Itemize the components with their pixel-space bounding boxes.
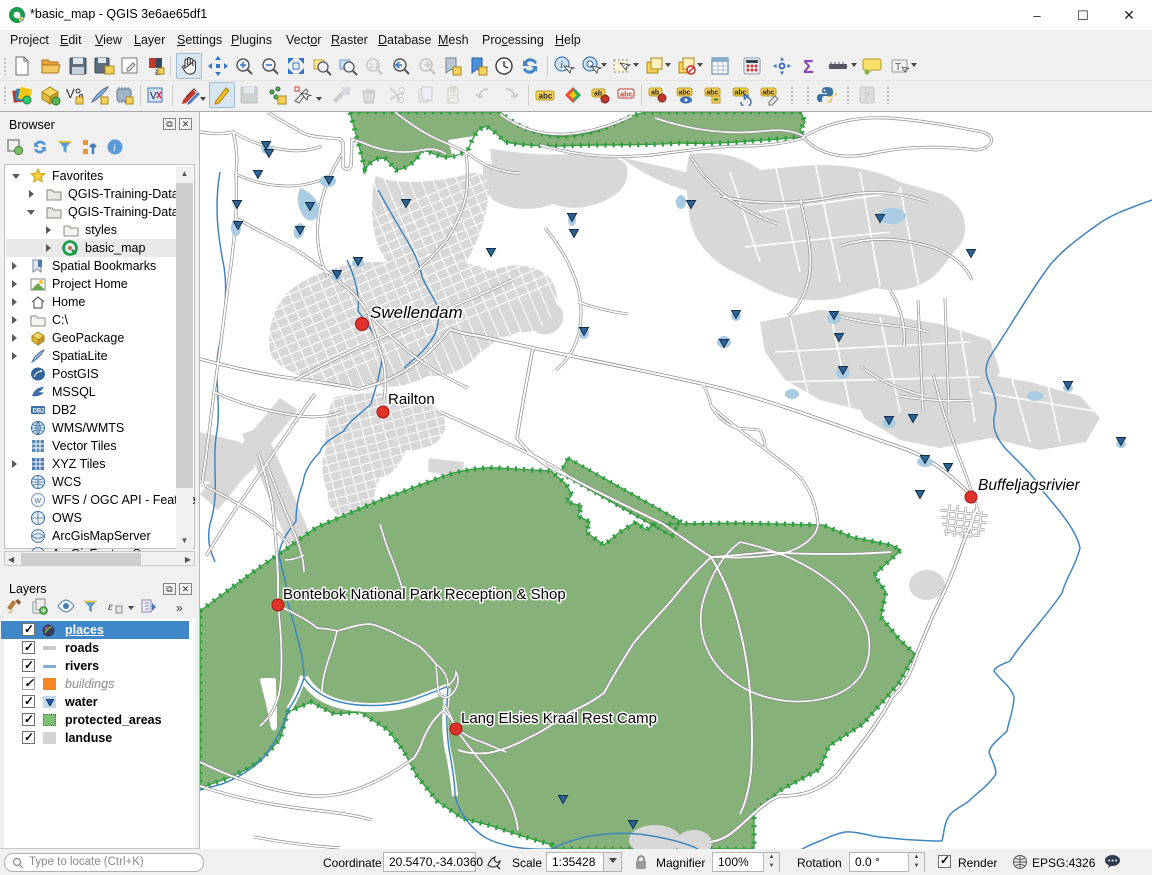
svg-text:abc: abc xyxy=(539,92,553,101)
svg-text:?: ? xyxy=(864,91,870,102)
svg-text:abc: abc xyxy=(679,90,691,97)
svg-text:abc: abc xyxy=(620,90,633,99)
svg-text:W: W xyxy=(35,498,42,505)
svg-text:abc: abc xyxy=(707,90,719,97)
svg-text:T: T xyxy=(895,62,901,73)
svg-text:abc: abc xyxy=(763,90,775,97)
svg-text:Swellendam: Swellendam xyxy=(370,303,463,322)
svg-text:Lang Elsies Kraal Rest Camp: Lang Elsies Kraal Rest Camp xyxy=(461,710,657,727)
svg-text:1:1: 1:1 xyxy=(369,63,379,70)
svg-text:Bontebok National Park Recepti: Bontebok National Park Reception & Shop xyxy=(283,586,566,603)
svg-text:ε: ε xyxy=(108,599,113,613)
svg-text:ab: ab xyxy=(651,90,659,97)
svg-text:Railton: Railton xyxy=(388,391,435,408)
svg-text:V: V xyxy=(150,91,157,102)
svg-text:Buffeljagsrivier: Buffeljagsrivier xyxy=(978,477,1080,494)
svg-text:DB2: DB2 xyxy=(33,409,46,415)
svg-text:ab: ab xyxy=(594,91,602,98)
svg-text:Σ: Σ xyxy=(803,57,814,77)
svg-text:i: i xyxy=(560,59,563,71)
svg-text:i: i xyxy=(113,143,116,154)
svg-text:V: V xyxy=(66,86,75,101)
